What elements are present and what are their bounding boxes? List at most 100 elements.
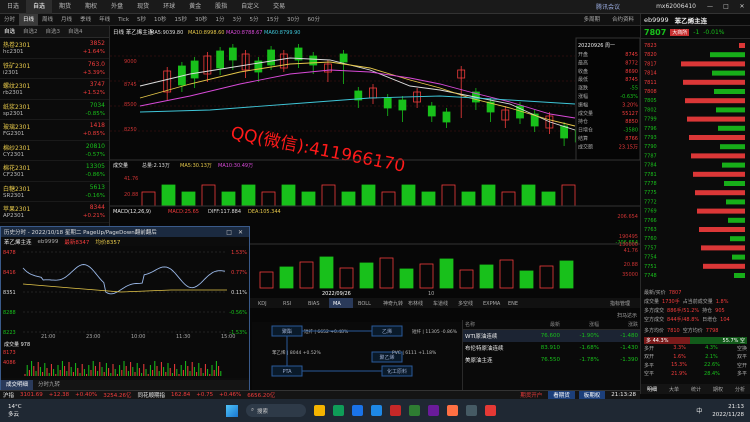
menu-item[interactable]: 环球 <box>156 0 182 14</box>
period-tab[interactable]: 10秒 <box>150 14 171 26</box>
ladder-price[interactable]: 7766 <box>644 218 657 224</box>
history-intraday-window[interactable]: 历史分时 - 2022/10/18 星期二 PageUp/PageDown翻前翻… <box>0 226 250 390</box>
watchlist-item[interactable]: 热卷2301 hc2301 3852 +1.64% <box>0 38 109 59</box>
watchlist-item[interactable]: 棉纱2301 CY2301 20810 -0.57% <box>0 141 109 161</box>
ladder-price[interactable]: 7751 <box>644 264 657 270</box>
ladder-price[interactable]: 7799 <box>644 117 657 123</box>
ladder-price[interactable]: 7811 <box>644 80 657 86</box>
indicator-tab[interactable]: RSI <box>283 301 291 307</box>
ladder-price[interactable]: 7808 <box>644 89 657 95</box>
indicator-tab[interactable]: BOLL <box>358 301 371 307</box>
watchlist-tab[interactable]: 自选3 <box>42 26 65 38</box>
meeting-tab[interactable]: 腾讯会议 <box>566 2 650 11</box>
toolbar-button[interactable]: 合约资料 <box>606 14 640 26</box>
table-row[interactable]: 美原油主连 76.550 -1.78% -1.390 <box>463 354 640 366</box>
taskbar-app-icon[interactable] <box>465 405 477 416</box>
ladder-price[interactable]: 7805 <box>644 98 657 104</box>
menu-item[interactable]: 期货 <box>52 0 78 14</box>
period-tab[interactable]: 1分 <box>212 14 229 26</box>
ladder-price[interactable]: 7781 <box>644 172 657 178</box>
right-tab[interactable]: 统计 <box>691 386 701 393</box>
ladder-price[interactable]: 7793 <box>644 135 657 141</box>
watchlist-item[interactable]: 白糖2301 SR2301 5613 -0.16% <box>0 182 109 202</box>
start-icon[interactable] <box>225 404 238 417</box>
table-header[interactable]: 最新 <box>523 321 562 328</box>
ladder-price[interactable]: 7814 <box>644 71 657 77</box>
minimize-icon[interactable]: — <box>702 0 718 14</box>
period-tab[interactable]: 30秒 <box>191 14 212 26</box>
popup-titlebar[interactable]: 历史分时 - 2022/10/18 星期二 PageUp/PageDown翻前翻… <box>1 227 249 237</box>
right-tab[interactable]: 明细 <box>647 386 657 393</box>
taskbar-app-icon[interactable] <box>332 405 344 416</box>
ladder-price[interactable]: 7778 <box>644 181 657 187</box>
table-corner-button[interactable]: 扫马达示 <box>617 312 637 319</box>
watchlist-item[interactable]: 纸浆2301 sp2301 7034 -0.85% <box>0 100 109 120</box>
period-tab[interactable]: 日线 <box>19 13 39 26</box>
indicator-tab[interactable]: EXPMA <box>483 301 501 307</box>
popup-tab[interactable]: 成交明细 <box>1 380 34 390</box>
menu-item[interactable]: 自定义 <box>234 0 266 14</box>
ladder-price[interactable]: 7796 <box>644 126 657 132</box>
menu-item[interactable]: 外盘 <box>104 0 130 14</box>
indicator-tab[interactable]: 多空线 <box>458 300 473 307</box>
ladder-price[interactable]: 7763 <box>644 227 657 233</box>
taskbar-app-icon[interactable] <box>427 405 439 416</box>
period-tab[interactable]: 30分 <box>283 14 304 26</box>
indicator-tab[interactable]: 神奇九转 <box>383 300 403 307</box>
period-tab[interactable]: 15秒 <box>171 14 192 26</box>
period-tab[interactable]: 5分 <box>246 14 263 26</box>
watchlist-item[interactable]: 玻璃2301 FG2301 1418 +0.85% <box>0 120 109 141</box>
table-header[interactable]: 名称 <box>463 321 523 328</box>
watchlist-item[interactable]: 螺纹2301 rb2301 3747 +1.52% <box>0 79 109 100</box>
watchlist-item[interactable]: 棉花2301 CF2301 13305 -0.86% <box>0 161 109 182</box>
period-tab[interactable]: 周线 <box>38 14 57 26</box>
ladder-price[interactable]: 7757 <box>644 245 657 251</box>
right-tab[interactable]: 期权 <box>713 386 723 393</box>
ladder-price[interactable]: 7769 <box>644 209 657 215</box>
ladder-price[interactable]: 7787 <box>644 153 657 159</box>
menu-item[interactable]: 股指 <box>208 0 234 14</box>
indicator-tab[interactable]: ENE <box>508 301 518 307</box>
period-tab[interactable]: 3分 <box>229 14 246 26</box>
taskbar-app-icon[interactable] <box>389 405 401 416</box>
ladder-price[interactable]: 7754 <box>644 255 657 261</box>
table-row[interactable]: WTI原油连续 76.600 -1.90% -1.480 <box>463 330 640 342</box>
maximize-icon[interactable]: □ <box>223 229 235 236</box>
taskbar-search[interactable]: ⌕ 搜索 <box>245 404 306 417</box>
ladder-price[interactable]: 7775 <box>644 190 657 196</box>
period-tab[interactable]: 年线 <box>95 14 114 26</box>
system-clock[interactable]: 21:13 2022/11/28 <box>706 403 750 419</box>
period-tab[interactable]: 季线 <box>76 14 95 26</box>
account-label[interactable]: mx62006410 <box>650 3 702 10</box>
table-header[interactable]: 涨幅 <box>562 321 601 328</box>
right-tab[interactable]: 大单 <box>669 386 679 393</box>
intraday-chart[interactable]: 8478 1.53% 8416 0.77% 8351 0.11% 8288 -0.56% 822… <box>1 246 249 378</box>
watchlist-tab[interactable]: 自选2 <box>19 26 42 38</box>
futures-button[interactable]: 看期货 <box>548 391 575 399</box>
ladder-price[interactable]: 7748 <box>644 273 657 279</box>
watchlist-tab[interactable]: 自选4 <box>64 26 87 38</box>
ladder-price[interactable]: 7817 <box>644 61 657 67</box>
open-account-link[interactable]: 期货开户 <box>516 391 546 399</box>
indicator-tab[interactable]: MA <box>333 301 341 307</box>
taskbar-app-icon[interactable] <box>351 405 363 416</box>
period-tab[interactable]: 5秒 <box>133 14 150 26</box>
maximize-icon[interactable]: □ <box>718 0 734 14</box>
menu-item[interactable]: 现货 <box>130 0 156 14</box>
taskbar-app-icon[interactable] <box>408 405 420 416</box>
table-row[interactable]: 布伦特原油连续 83.910 -1.68% -1.430 <box>463 342 640 354</box>
indicator-tab[interactable]: 布林线 <box>408 300 423 307</box>
period-tab[interactable]: 分时 <box>0 14 19 26</box>
taskbar-app-icon[interactable] <box>370 405 382 416</box>
indicator-manage-button[interactable]: 指标管理 <box>610 300 630 307</box>
close-icon[interactable]: ✕ <box>734 0 750 14</box>
menu-item[interactable]: 日选 <box>0 0 26 14</box>
menu-item[interactable]: 交易 <box>266 0 292 14</box>
watchlist-item[interactable]: 苹果2301 AP2301 8344 +0.21% <box>0 202 109 223</box>
language-indicator[interactable]: 中 <box>692 406 706 415</box>
indicator-tab[interactable]: 车道线 <box>433 300 448 307</box>
taskbar-app-icon[interactable] <box>446 405 458 416</box>
options-button[interactable]: 板期权 <box>578 391 606 399</box>
taskbar-app-icon[interactable] <box>313 405 325 416</box>
ladder-price[interactable]: 7823 <box>644 43 657 49</box>
